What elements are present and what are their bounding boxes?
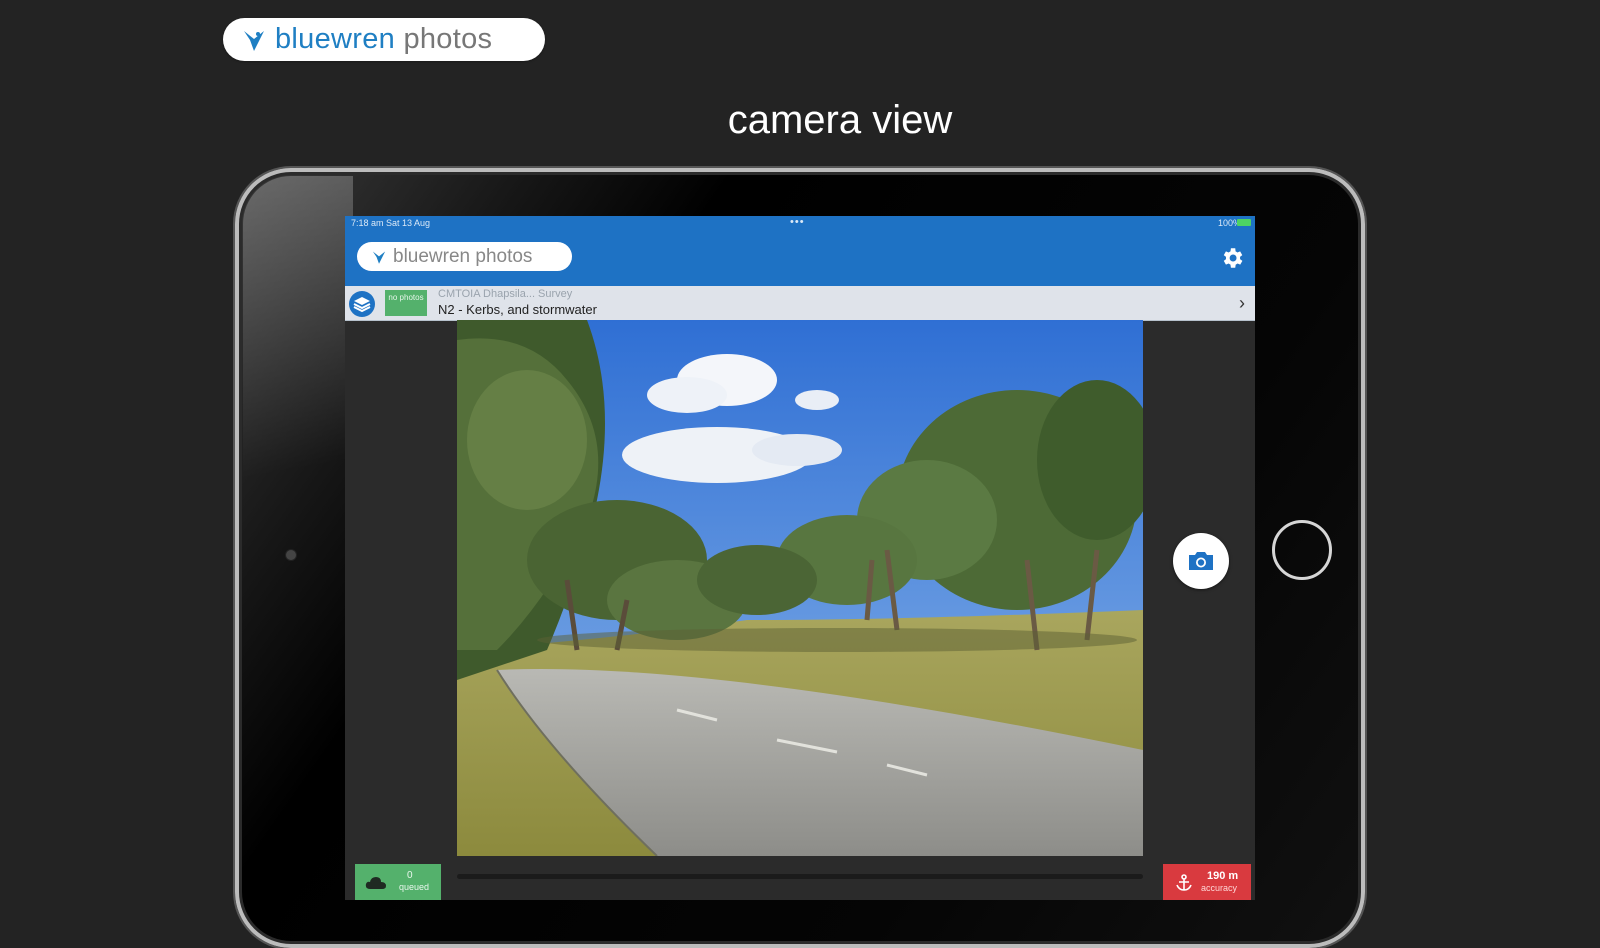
survey-name: CMTOIA Dhapsila... Survey: [438, 288, 573, 300]
capture-photo-button[interactable]: [1173, 533, 1229, 589]
device-status-bar: 7:18 am Sat 13 Aug ••• 100%: [345, 216, 1255, 230]
accuracy-value: 190 m: [1207, 870, 1239, 882]
front-camera-dot: [286, 550, 296, 560]
chevron-right-icon[interactable]: ›: [1239, 293, 1245, 314]
gear-icon[interactable]: [1219, 245, 1245, 271]
app-logo-pill: bluewren photos: [357, 242, 572, 271]
brand-text: bluewren photos: [275, 23, 492, 56]
brand-suffix: photos: [395, 23, 493, 55]
home-button[interactable]: [1272, 520, 1332, 580]
page-title: camera view: [727, 98, 953, 142]
survey-info-bar[interactable]: no photos CMTOIA Dhapsila... Survey N2 -…: [345, 286, 1255, 321]
photo-count-badge: no photos: [385, 290, 427, 316]
upload-queue-badge[interactable]: 0 queued: [355, 864, 441, 900]
brand-logo-pill: bluewren photos: [223, 18, 545, 61]
multitask-dots: •••: [790, 216, 805, 228]
bluewren-bird-icon: [372, 250, 386, 264]
app-brand-text: bluewren photos: [393, 245, 533, 267]
gps-accuracy-badge[interactable]: 190 m accuracy: [1163, 864, 1251, 900]
camera-viewfinder[interactable]: [457, 320, 1143, 856]
accuracy-label: accuracy: [1201, 883, 1238, 893]
brand-prefix: bluewren: [275, 23, 396, 55]
scene-image: [457, 320, 1143, 856]
status-time: 7:18 am Sat 13 Aug: [351, 218, 431, 228]
tablet-glare: [243, 176, 353, 536]
bottom-status-bar: 0 queued 190 m accuracy: [345, 856, 1255, 900]
app-header: bluewren photos: [345, 230, 1255, 286]
queue-label: queued: [399, 882, 430, 892]
battery-icon: [1237, 219, 1251, 226]
layers-icon[interactable]: [349, 291, 375, 317]
queue-count: 0: [407, 870, 413, 881]
bluewren-bird-icon: [244, 30, 264, 51]
camera-icon: [1189, 552, 1213, 570]
app-screen: 7:18 am Sat 13 Aug ••• 100% bluewren pho…: [345, 216, 1255, 900]
cloud-icon: [365, 877, 386, 889]
upload-progress-track: [457, 874, 1143, 879]
category-name: N2 - Kerbs, and stormwater: [438, 302, 597, 317]
anchor-icon: [1176, 874, 1192, 891]
